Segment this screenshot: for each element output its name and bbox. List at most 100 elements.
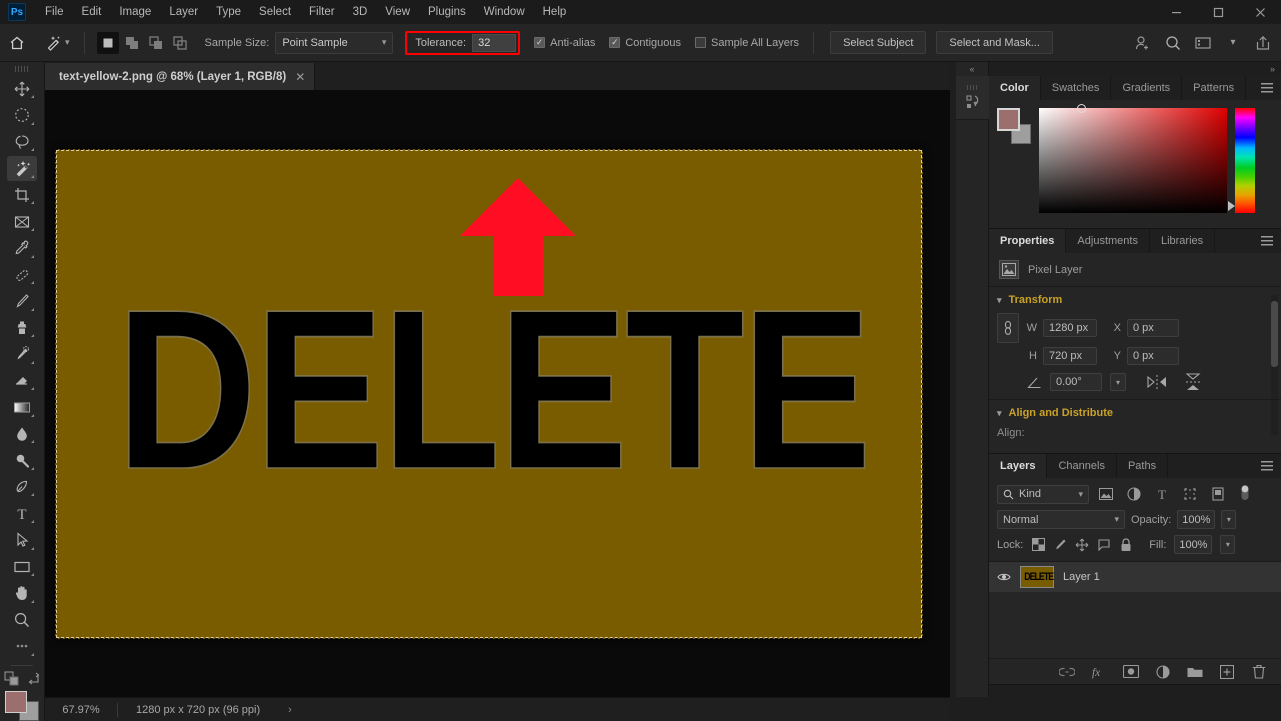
- tool-preset-chevron-down-icon[interactable]: ▾: [65, 37, 70, 48]
- opacity-chevron-down-icon[interactable]: ▾: [1221, 510, 1237, 529]
- pixel-filter-icon[interactable]: [1095, 485, 1117, 504]
- chevron-down-icon[interactable]: ▾: [997, 408, 1002, 419]
- transform-section-title[interactable]: ▾ Transform: [997, 294, 1271, 306]
- panel-menu-icon[interactable]: [1261, 83, 1273, 93]
- sidebar-item-eyedropper-tool[interactable]: [7, 236, 37, 261]
- width-input[interactable]: 1280 px: [1043, 319, 1097, 337]
- height-input[interactable]: 720 px: [1043, 347, 1097, 365]
- new-selection-button[interactable]: [96, 31, 119, 54]
- tab-color[interactable]: Color: [989, 76, 1041, 100]
- delete-layer-icon[interactable]: [1251, 664, 1267, 680]
- adjustment-layer-icon[interactable]: [1155, 664, 1171, 680]
- anti-alias-checkbox-row[interactable]: ✓ Anti-alias: [534, 37, 595, 49]
- rotation-input[interactable]: 0.00°: [1050, 373, 1102, 391]
- tab-libraries[interactable]: Libraries: [1149, 229, 1216, 253]
- type-filter-icon[interactable]: T: [1151, 485, 1173, 504]
- sidebar-item-hand-tool[interactable]: [7, 581, 37, 606]
- sidebar-item-move-tool[interactable]: [7, 77, 37, 102]
- sidebar-item-pen-tool[interactable]: [7, 475, 37, 500]
- menu-layer[interactable]: Layer: [160, 1, 207, 23]
- sidebar-item-type-tool[interactable]: T: [7, 501, 37, 526]
- fill-chevron-down-icon[interactable]: ▾: [1220, 535, 1236, 554]
- menu-type[interactable]: Type: [207, 1, 250, 23]
- fill-input[interactable]: 100%: [1174, 535, 1213, 554]
- flip-vertical-icon[interactable]: [1184, 371, 1202, 393]
- close-button[interactable]: [1239, 0, 1281, 24]
- smart-object-filter-icon[interactable]: [1207, 485, 1229, 504]
- sidebar-item-edit-toolbar[interactable]: [7, 634, 37, 659]
- contiguous-checkbox[interactable]: ✓: [609, 37, 621, 48]
- layer-mask-icon[interactable]: [1123, 664, 1139, 680]
- lock-image-pixels-icon[interactable]: [1053, 538, 1067, 552]
- sidebar-item-magic-wand-tool[interactable]: [7, 156, 37, 181]
- swap-colors-icon[interactable]: [28, 672, 41, 685]
- search-icon[interactable]: [1161, 31, 1185, 55]
- layer-thumbnail[interactable]: DELETE: [1020, 566, 1054, 588]
- menu-filter[interactable]: Filter: [300, 1, 344, 23]
- add-to-selection-button[interactable]: [121, 32, 143, 54]
- flip-horizontal-icon[interactable]: [1146, 374, 1168, 390]
- foreground-color-swatch[interactable]: [5, 690, 27, 713]
- layer-row[interactable]: DELETE Layer 1: [989, 562, 1281, 592]
- zoom-level[interactable]: 67.97%: [45, 704, 117, 716]
- chevron-down-icon[interactable]: ▾: [997, 295, 1002, 306]
- link-dimensions-button[interactable]: [997, 313, 1019, 343]
- menu-help[interactable]: Help: [534, 1, 576, 23]
- color-picker-marker[interactable]: [1077, 104, 1086, 113]
- align-section-title[interactable]: ▾ Align and Distribute: [997, 407, 1271, 419]
- minimize-button[interactable]: [1155, 0, 1197, 24]
- lock-all-icon[interactable]: [1119, 537, 1133, 552]
- link-layers-icon[interactable]: [1059, 664, 1075, 680]
- opacity-input[interactable]: 100%: [1177, 510, 1216, 529]
- workspace-icon[interactable]: [1191, 31, 1215, 55]
- sidebar-item-zoom-tool[interactable]: [7, 608, 37, 633]
- menu-edit[interactable]: Edit: [73, 1, 111, 23]
- shape-filter-icon[interactable]: [1179, 485, 1201, 504]
- sidebar-item-gradient-tool[interactable]: [7, 395, 37, 420]
- menu-view[interactable]: View: [376, 1, 419, 23]
- anti-alias-checkbox[interactable]: ✓: [534, 37, 546, 48]
- collapse-panels-button[interactable]: »: [989, 62, 1281, 76]
- hue-marker[interactable]: [1228, 201, 1235, 211]
- canvas-area[interactable]: DELETE DELETE: [45, 90, 950, 697]
- new-layer-icon[interactable]: [1219, 664, 1235, 680]
- sidebar-item-frame-tool[interactable]: [7, 209, 37, 234]
- sidebar-item-elliptical-marquee-tool[interactable]: [7, 103, 37, 128]
- menu-image[interactable]: Image: [110, 1, 160, 23]
- sidebar-item-path-selection-tool[interactable]: [7, 528, 37, 553]
- color-panel-foreground-swatch[interactable]: [997, 108, 1020, 131]
- panel-menu-icon[interactable]: [1261, 236, 1273, 246]
- sample-size-select[interactable]: Point Sample ▾: [275, 31, 394, 54]
- expand-panels-button[interactable]: «: [956, 62, 988, 76]
- close-icon[interactable]: ✕: [295, 71, 305, 83]
- history-actions-icon[interactable]: [956, 76, 989, 120]
- y-input[interactable]: 0 px: [1127, 347, 1179, 365]
- lock-artboard-icon[interactable]: [1097, 538, 1111, 552]
- default-colors-icon[interactable]: [4, 671, 20, 687]
- lock-position-icon[interactable]: [1075, 538, 1089, 552]
- menu-file[interactable]: File: [36, 1, 73, 23]
- tab-gradients[interactable]: Gradients: [1111, 76, 1183, 100]
- chevron-down-icon[interactable]: ▾: [1221, 31, 1245, 55]
- contiguous-checkbox-row[interactable]: ✓ Contiguous: [609, 37, 681, 49]
- sidebar-item-spot-healing-brush-tool[interactable]: [7, 263, 37, 288]
- filter-toggle-icon[interactable]: [1239, 484, 1251, 504]
- sample-all-layers-checkbox-row[interactable]: Sample All Layers: [695, 37, 799, 49]
- layer-style-fx-icon[interactable]: fx: [1091, 664, 1107, 680]
- select-subject-button[interactable]: Select Subject: [830, 31, 927, 54]
- tab-patterns[interactable]: Patterns: [1182, 76, 1247, 100]
- layer-filter-kind-select[interactable]: Kind ▾: [997, 484, 1089, 504]
- color-swatches[interactable]: [5, 690, 39, 721]
- home-icon[interactable]: [0, 35, 34, 51]
- menu-select[interactable]: Select: [250, 1, 300, 23]
- panel-menu-icon[interactable]: [1261, 461, 1273, 471]
- menu-window[interactable]: Window: [475, 1, 534, 23]
- hue-strip[interactable]: [1228, 108, 1255, 213]
- sidebar-item-brush-tool[interactable]: [7, 289, 37, 314]
- sidebar-item-clone-stamp-tool[interactable]: [7, 316, 37, 341]
- sidebar-item-eraser-tool[interactable]: [7, 369, 37, 394]
- lock-transparent-pixels-icon[interactable]: [1031, 538, 1045, 552]
- select-and-mask-button[interactable]: Select and Mask...: [936, 31, 1053, 54]
- menu-3d[interactable]: 3D: [344, 1, 377, 23]
- layer-name[interactable]: Layer 1: [1063, 571, 1100, 583]
